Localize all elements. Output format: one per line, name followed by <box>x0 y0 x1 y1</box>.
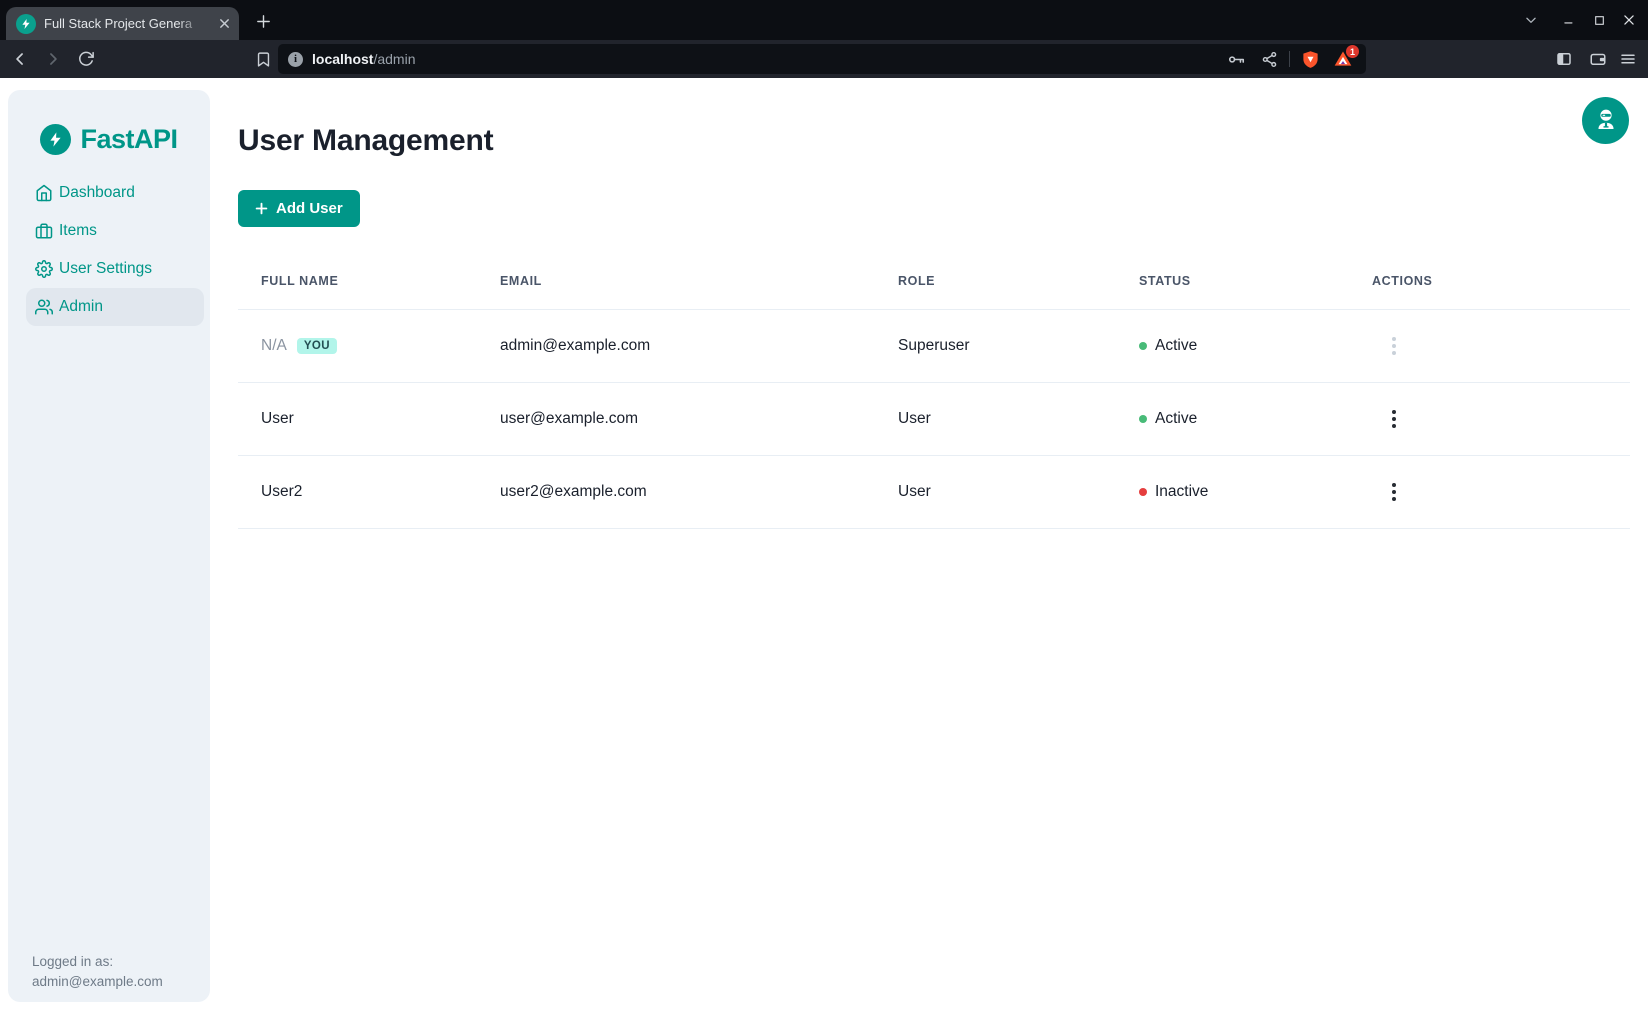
minimize-icon[interactable] <box>1554 5 1584 35</box>
url-host: localhost <box>312 51 373 67</box>
tab-search-chevron-icon[interactable] <box>1516 5 1546 35</box>
sidebar-item-label: User Settings <box>59 260 152 278</box>
col-header-role: ROLE <box>898 274 1139 288</box>
actions-cell <box>1372 332 1630 360</box>
user-menu-button[interactable] <box>1582 97 1629 144</box>
tab-title: Full Stack Project Genera <box>44 16 207 31</box>
you-badge: YOU <box>297 338 337 354</box>
status-cell: Active <box>1139 337 1372 355</box>
share-icon[interactable] <box>1256 46 1282 72</box>
role-cell: Superuser <box>898 337 1139 355</box>
add-user-label: Add User <box>276 200 343 217</box>
full-name-cell: N/A YOU <box>238 337 500 355</box>
close-window-icon[interactable] <box>1614 5 1644 35</box>
table-header-row: FULL NAME EMAIL ROLE STATUS ACTIONS <box>238 253 1630 310</box>
briefcase-icon <box>35 222 53 240</box>
col-header-status: STATUS <box>1139 274 1372 288</box>
actions-cell <box>1372 478 1630 506</box>
email-cell: user@example.com <box>500 410 898 428</box>
lightning-bolt-favicon-icon <box>16 14 36 34</box>
status-dot <box>1139 488 1147 496</box>
col-header-email: EMAIL <box>500 274 898 288</box>
browser-window: Full Stack Project Genera <box>0 0 1648 1025</box>
url-path: /admin <box>373 51 415 67</box>
row-actions-kebab-icon[interactable] <box>1380 478 1408 506</box>
users-table: FULL NAME EMAIL ROLE STATUS ACTIONS N/A Y… <box>238 253 1630 529</box>
col-header-actions: ACTIONS <box>1372 274 1630 288</box>
status-dot <box>1139 415 1147 423</box>
sidebar-item-items[interactable]: Items <box>26 212 204 250</box>
back-icon[interactable] <box>5 44 35 74</box>
sidebar-item-label: Dashboard <box>59 184 135 202</box>
address-bar-actions: 1 <box>1223 46 1356 72</box>
browser-toolbar: i localhost/admin 1 <box>0 40 1648 78</box>
status-label: Inactive <box>1155 483 1208 501</box>
add-user-button[interactable]: Add User <box>238 190 360 227</box>
menu-hamburger-icon[interactable] <box>1613 44 1643 74</box>
tab-close-icon[interactable] <box>215 15 233 33</box>
url-text: localhost/admin <box>312 51 416 67</box>
address-bar[interactable]: i localhost/admin 1 <box>278 44 1366 74</box>
logged-in-email: admin@example.com <box>32 972 163 992</box>
brave-shield-icon[interactable] <box>1297 46 1323 72</box>
table-row: User user@example.com User Active <box>238 383 1630 456</box>
fastapi-logo: FastAPI <box>8 124 210 155</box>
full-name-cell: User2 <box>238 483 500 501</box>
logged-in-footer: Logged in as: admin@example.com <box>32 952 163 992</box>
table-row: N/A YOU admin@example.com Superuser Activ… <box>238 310 1630 383</box>
status-label: Active <box>1155 410 1197 428</box>
logo-text: FastAPI <box>80 124 177 155</box>
col-header-full-name: FULL NAME <box>238 274 500 288</box>
sidebar-item-user-settings[interactable]: User Settings <box>26 250 204 288</box>
status-dot <box>1139 342 1147 350</box>
role-cell: User <box>898 410 1139 428</box>
sidebar-item-admin[interactable]: Admin <box>26 288 204 326</box>
table-row: User2 user2@example.com User Inactive <box>238 456 1630 529</box>
role-cell: User <box>898 483 1139 501</box>
full-name-cell: User <box>238 410 500 428</box>
email-cell: admin@example.com <box>500 337 898 355</box>
user-astronaut-icon <box>1594 107 1618 134</box>
lightning-bolt-logo-icon <box>40 124 71 155</box>
row-actions-kebab-icon[interactable] <box>1380 405 1408 433</box>
full-name-value: N/A <box>261 337 287 354</box>
window-controls <box>1516 0 1644 40</box>
sidebar-toggle-icon[interactable] <box>1549 44 1579 74</box>
bookmark-icon[interactable] <box>248 44 278 74</box>
site-info-icon[interactable]: i <box>288 52 303 67</box>
maximize-icon[interactable] <box>1584 5 1614 35</box>
status-cell: Active <box>1139 410 1372 428</box>
saved-password-key-icon[interactable] <box>1223 46 1249 72</box>
sidebar-nav: Dashboard Items User Settings <box>8 174 210 326</box>
divider <box>1289 51 1290 67</box>
status-cell: Inactive <box>1139 483 1372 501</box>
wallet-icon[interactable] <box>1583 44 1613 74</box>
app-sidebar: FastAPI Dashboard Items <box>8 90 210 1002</box>
page-title: User Management <box>238 124 493 158</box>
reload-icon[interactable] <box>71 44 101 74</box>
browser-tab[interactable]: Full Stack Project Genera <box>6 7 239 40</box>
rewards-notification-badge: 1 <box>1346 45 1359 58</box>
home-icon <box>35 184 53 202</box>
sidebar-item-dashboard[interactable]: Dashboard <box>26 174 204 212</box>
new-tab-button[interactable] <box>250 8 276 34</box>
gear-icon <box>35 260 53 278</box>
users-icon <box>35 298 53 316</box>
actions-cell <box>1372 405 1630 433</box>
status-label: Active <box>1155 337 1197 355</box>
sidebar-item-label: Items <box>59 222 97 240</box>
page-content: FastAPI Dashboard Items <box>0 78 1648 1025</box>
plus-icon <box>255 202 268 215</box>
sidebar-item-label: Admin <box>59 298 103 316</box>
email-cell: user2@example.com <box>500 483 898 501</box>
row-actions-kebab-icon <box>1380 332 1408 360</box>
forward-icon[interactable] <box>38 44 68 74</box>
logged-in-label: Logged in as: <box>32 952 163 972</box>
tab-strip: Full Stack Project Genera <box>0 0 1648 40</box>
brave-rewards-icon[interactable]: 1 <box>1330 46 1356 72</box>
